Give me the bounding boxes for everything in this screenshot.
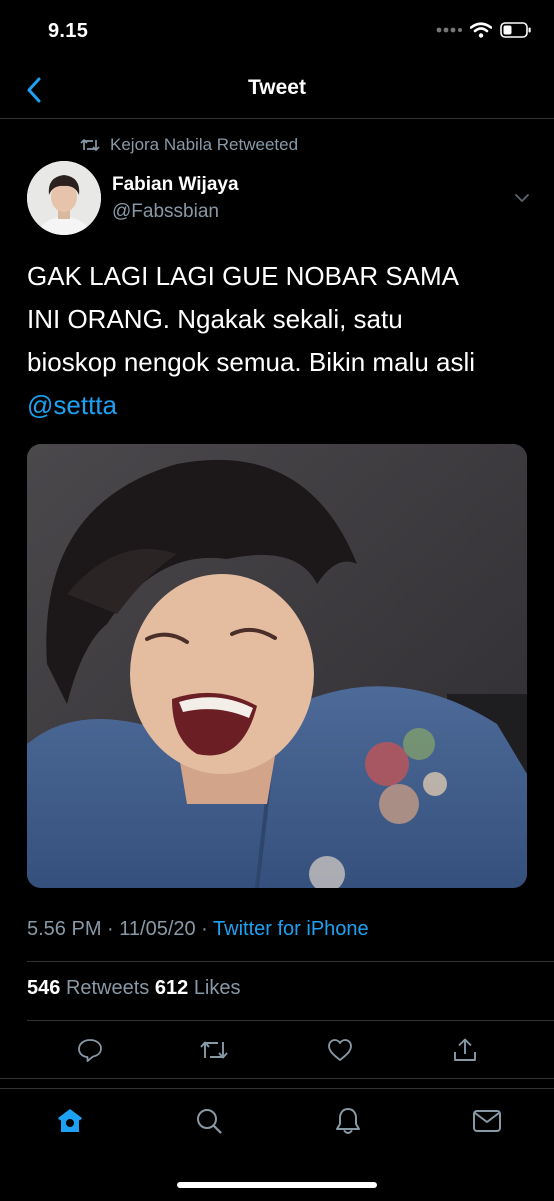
avatar[interactable] bbox=[27, 161, 101, 235]
retweeted-by-label: Kejora Nabila Retweeted bbox=[110, 135, 299, 154]
home-icon bbox=[58, 1109, 82, 1132]
retweets-label[interactable]: Retweets bbox=[66, 977, 149, 999]
retweets-count[interactable]: 546 bbox=[27, 977, 60, 999]
mention-link[interactable]: @settta bbox=[27, 384, 117, 427]
tab-home[interactable] bbox=[52, 1103, 88, 1139]
nav-bar: Tweet bbox=[0, 64, 554, 119]
tab-notifications[interactable] bbox=[330, 1103, 366, 1139]
retweet-icon bbox=[200, 1041, 228, 1059]
photo-image bbox=[27, 444, 527, 888]
battery-icon bbox=[500, 22, 531, 38]
divider bbox=[0, 1078, 554, 1079]
retweet-button[interactable] bbox=[198, 1034, 230, 1066]
reply-icon bbox=[78, 1039, 102, 1062]
likes-label[interactable]: Likes bbox=[194, 977, 241, 999]
author-name[interactable]: Fabian Wijaya bbox=[112, 174, 239, 196]
status-icons bbox=[436, 22, 532, 38]
more-options-button[interactable] bbox=[514, 190, 530, 208]
like-button[interactable] bbox=[324, 1034, 356, 1066]
status-bar: 9.15 bbox=[0, 0, 554, 64]
tab-messages[interactable] bbox=[469, 1103, 505, 1139]
reply-button[interactable] bbox=[74, 1034, 106, 1066]
tweet-actions bbox=[0, 1030, 554, 1070]
chevron-down-icon bbox=[515, 194, 529, 202]
wifi-icon bbox=[470, 22, 492, 38]
home-indicator bbox=[177, 1182, 377, 1188]
likes-count[interactable]: 612 bbox=[155, 977, 188, 999]
heart-icon bbox=[328, 1039, 352, 1061]
tweet-photo[interactable] bbox=[27, 444, 527, 888]
status-time: 9.15 bbox=[48, 20, 89, 42]
divider bbox=[27, 1020, 554, 1021]
tweet-stats: 546 Retweets 612 Likes bbox=[27, 977, 241, 1000]
tweet-source-link[interactable]: Twitter for iPhone bbox=[213, 918, 369, 940]
tweet-timestamp-line: 5.56 PM · 11/05/20 · Twitter for iPhone bbox=[27, 918, 369, 941]
tweet-timestamp: 5.56 PM · 11/05/20 · bbox=[27, 918, 214, 940]
avatar-image bbox=[27, 161, 101, 235]
author-handle[interactable]: @Fabssbian bbox=[112, 201, 219, 223]
tab-search[interactable] bbox=[191, 1103, 227, 1139]
mail-icon bbox=[473, 1110, 501, 1132]
page-title: Tweet bbox=[248, 76, 306, 99]
retweet-small-icon bbox=[80, 139, 100, 151]
share-icon bbox=[454, 1038, 476, 1061]
signal-icon bbox=[436, 27, 462, 33]
divider bbox=[27, 961, 554, 962]
bell-icon bbox=[336, 1108, 360, 1134]
share-button[interactable] bbox=[449, 1034, 481, 1066]
tweet-text: GAK LAGI LAGI GUE NOBAR SAMA INI ORANG. … bbox=[27, 261, 476, 377]
search-icon bbox=[197, 1109, 222, 1134]
retweeted-by-line[interactable]: Kejora Nabila Retweeted bbox=[80, 135, 298, 155]
